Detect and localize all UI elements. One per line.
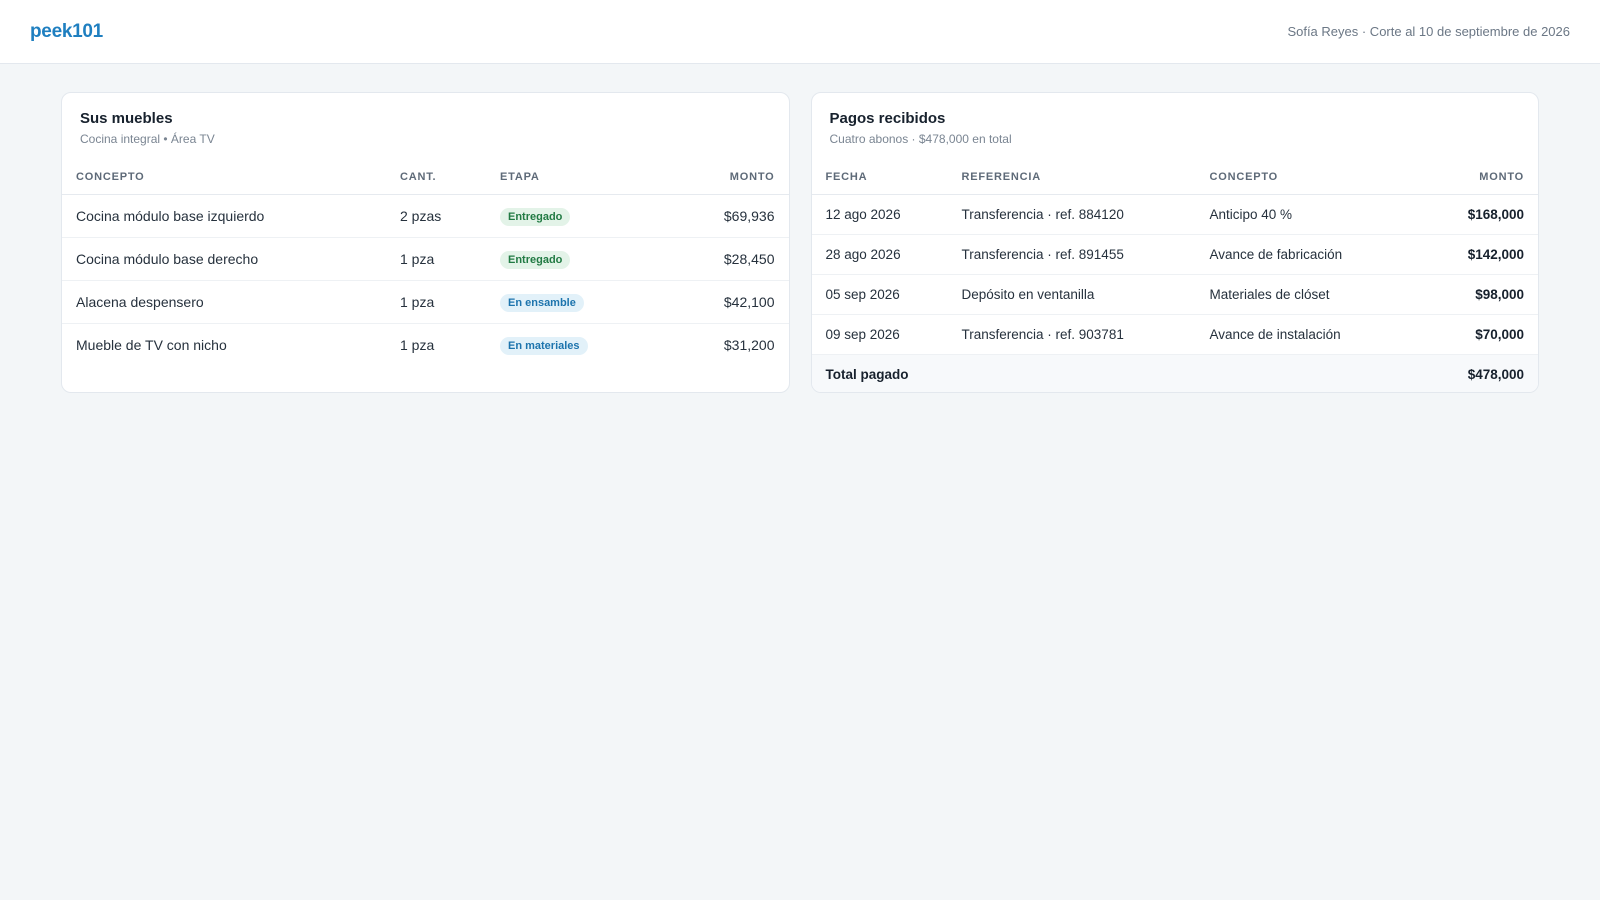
payment-reference: Transferencia · ref. 903781 — [947, 314, 1196, 355]
payments-card: Pagos recibidos Cuatro abonos · $478,000… — [810, 92, 1539, 393]
payment-reference: Transferencia · ref. 891455 — [947, 234, 1196, 275]
column-header-stage: ETAPA — [486, 158, 667, 195]
table-row: 12 ago 2026 Transferencia · ref. 884120 … — [811, 194, 1538, 235]
furniture-subtitle: Cocina integral • Área TV — [80, 132, 215, 146]
furniture-concept: Mueble de TV con nicho — [76, 337, 227, 354]
payment-concept: Anticipo 40 % — [1195, 194, 1421, 235]
payment-concept: Avance de fabricación — [1195, 234, 1421, 275]
payments-table-header: FECHA REFERENCIA CONCEPTO MONTO — [811, 158, 1538, 195]
table-row: Cocina módulo base derecho 1 pza Entrega… — [62, 237, 789, 281]
column-header-quantity: CANT. — [386, 158, 486, 195]
payments-card-header: Pagos recibidos Cuatro abonos · $478,000… — [812, 93, 1539, 158]
table-row: Mueble de TV con nicho 1 pza En material… — [62, 324, 789, 367]
payment-amount: $168,000 — [1420, 194, 1538, 235]
column-header-amount: MONTO — [666, 158, 789, 195]
payment-date: 09 sep 2026 — [811, 314, 948, 355]
main-content: Sus muebles Cocina integral • Área TV CO… — [0, 64, 1600, 393]
furniture-amount: $31,200 — [723, 337, 775, 354]
table-row: 09 sep 2026 Transferencia · ref. 903781 … — [811, 314, 1538, 355]
payment-reference: Depósito en ventanilla — [947, 274, 1196, 315]
furniture-table: CONCEPTO CANT. ETAPA MONTO Cocina módulo… — [62, 158, 789, 367]
status-badge: En materiales — [500, 336, 588, 355]
total-label: Total pagado — [811, 354, 1421, 392]
total-row: Total pagado $478,000 — [811, 354, 1538, 392]
payments-subtitle: Cuatro abonos · $478,000 en total — [829, 132, 1012, 146]
payment-amount: $70,000 — [1420, 314, 1538, 355]
furniture-concept: Alacena despensero — [62, 280, 386, 324]
payment-amount: $98,000 — [1420, 274, 1538, 315]
furniture-concept: Cocina módulo base izquierdo — [62, 194, 386, 238]
payment-date: 12 ago 2026 — [811, 194, 948, 235]
total-amount: $478,000 — [1420, 354, 1538, 392]
column-header-amount: MONTO — [1420, 158, 1538, 195]
column-header-date: FECHA — [811, 158, 948, 195]
status-badge: Entregado — [500, 250, 571, 269]
furniture-table-header: CONCEPTO CANT. ETAPA MONTO — [62, 158, 789, 195]
table-row: 05 sep 2026 Depósito en ventanilla Mater… — [811, 274, 1538, 315]
table-row: Cocina módulo base izquierdo 2 pzas Entr… — [62, 194, 789, 238]
status-badge: Entregado — [500, 207, 571, 226]
account-cutoff-info: Sofía Reyes · Corte al 10 de septiembre … — [1287, 24, 1570, 39]
payment-concept: Avance de instalación — [1195, 314, 1421, 355]
furniture-quantity: 2 pzas — [386, 194, 486, 238]
furniture-title: Sus muebles — [80, 110, 173, 127]
column-header-reference: REFERENCIA — [947, 158, 1196, 195]
column-header-concept: CONCEPTO — [1195, 158, 1421, 195]
payments-table: FECHA REFERENCIA CONCEPTO MONTO 12 ago 2… — [811, 158, 1538, 392]
column-header-concept: CONCEPTO — [62, 158, 386, 195]
top-bar: peek101 Sofía Reyes · Corte al 10 de sep… — [0, 0, 1600, 64]
furniture-concept: Cocina módulo base derecho — [62, 237, 386, 281]
payment-date: 28 ago 2026 — [811, 234, 948, 275]
furniture-amount: $28,450 — [666, 237, 789, 281]
payment-date: 05 sep 2026 — [811, 274, 948, 315]
table-row: Alacena despensero 1 pza En ensamble $42… — [62, 280, 789, 324]
status-badge: En ensamble — [500, 293, 584, 312]
furniture-quantity: 1 pza — [400, 337, 435, 354]
furniture-quantity: 1 pza — [386, 280, 486, 324]
furniture-card: Sus muebles Cocina integral • Área TV CO… — [61, 92, 790, 393]
payments-title: Pagos recibidos — [829, 110, 946, 127]
brand-logo[interactable]: peek101 — [30, 21, 103, 43]
payment-reference: Transferencia · ref. 884120 — [947, 194, 1196, 235]
table-row: 28 ago 2026 Transferencia · ref. 891455 … — [811, 234, 1538, 275]
furniture-quantity: 1 pza — [386, 237, 486, 281]
furniture-amount: $42,100 — [666, 280, 789, 324]
furniture-amount: $69,936 — [666, 194, 789, 238]
payment-amount: $142,000 — [1420, 234, 1538, 275]
furniture-card-header: Sus muebles Cocina integral • Área TV — [62, 93, 789, 158]
payment-concept: Materiales de clóset — [1195, 274, 1421, 315]
